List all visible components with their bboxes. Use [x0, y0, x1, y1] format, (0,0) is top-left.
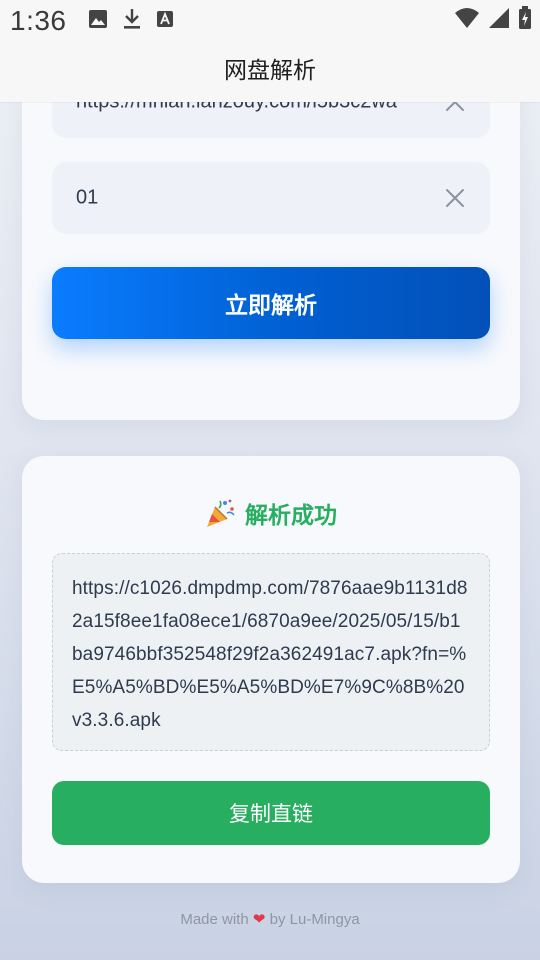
result-heading: 解析成功: [22, 496, 520, 530]
code-input-field[interactable]: 01: [52, 162, 490, 234]
footer-suffix: by Lu-Mingya: [269, 911, 360, 928]
status-time: 1:36: [10, 5, 67, 36]
signal-icon: [489, 8, 509, 28]
app-bar: 网盘解析: [0, 44, 540, 102]
heart-icon: ❤: [252, 911, 266, 928]
parse-button[interactable]: 立即解析: [52, 267, 490, 339]
battery-icon: [519, 6, 531, 29]
result-title-text: 解析成功: [245, 503, 337, 529]
direct-link-text[interactable]: https://c1026.dmpdmp.com/7876aae9b1131d8…: [72, 572, 471, 737]
code-input[interactable]: 01: [76, 187, 431, 210]
clear-code-icon[interactable]: [444, 187, 466, 209]
copy-link-button[interactable]: 复制直链: [52, 781, 490, 845]
footer: Made with ❤ by Lu-Mingya: [0, 910, 540, 928]
footer-prefix: Made with: [180, 911, 249, 928]
party-popper-icon: [207, 499, 235, 527]
result-card: 解析成功 https://c1026.dmpdmp.com/7876aae9b1…: [22, 456, 520, 883]
direct-link-box[interactable]: https://c1026.dmpdmp.com/7876aae9b1131d8…: [52, 553, 490, 751]
text-a-icon: [157, 11, 173, 27]
download-icon: [124, 9, 140, 29]
page-title: 网盘解析: [224, 58, 316, 84]
top-bar: 1:36 网盘解析: [0, 0, 540, 102]
wifi-icon: [455, 8, 479, 28]
image-icon: [89, 10, 107, 28]
parse-form-card: https://mhian.lanzouy.com/i5b3c2wa 01 立即…: [22, 60, 520, 420]
status-bar: 1:36: [0, 0, 540, 44]
system-icons: [454, 6, 532, 30]
notification-icons: [88, 8, 174, 30]
